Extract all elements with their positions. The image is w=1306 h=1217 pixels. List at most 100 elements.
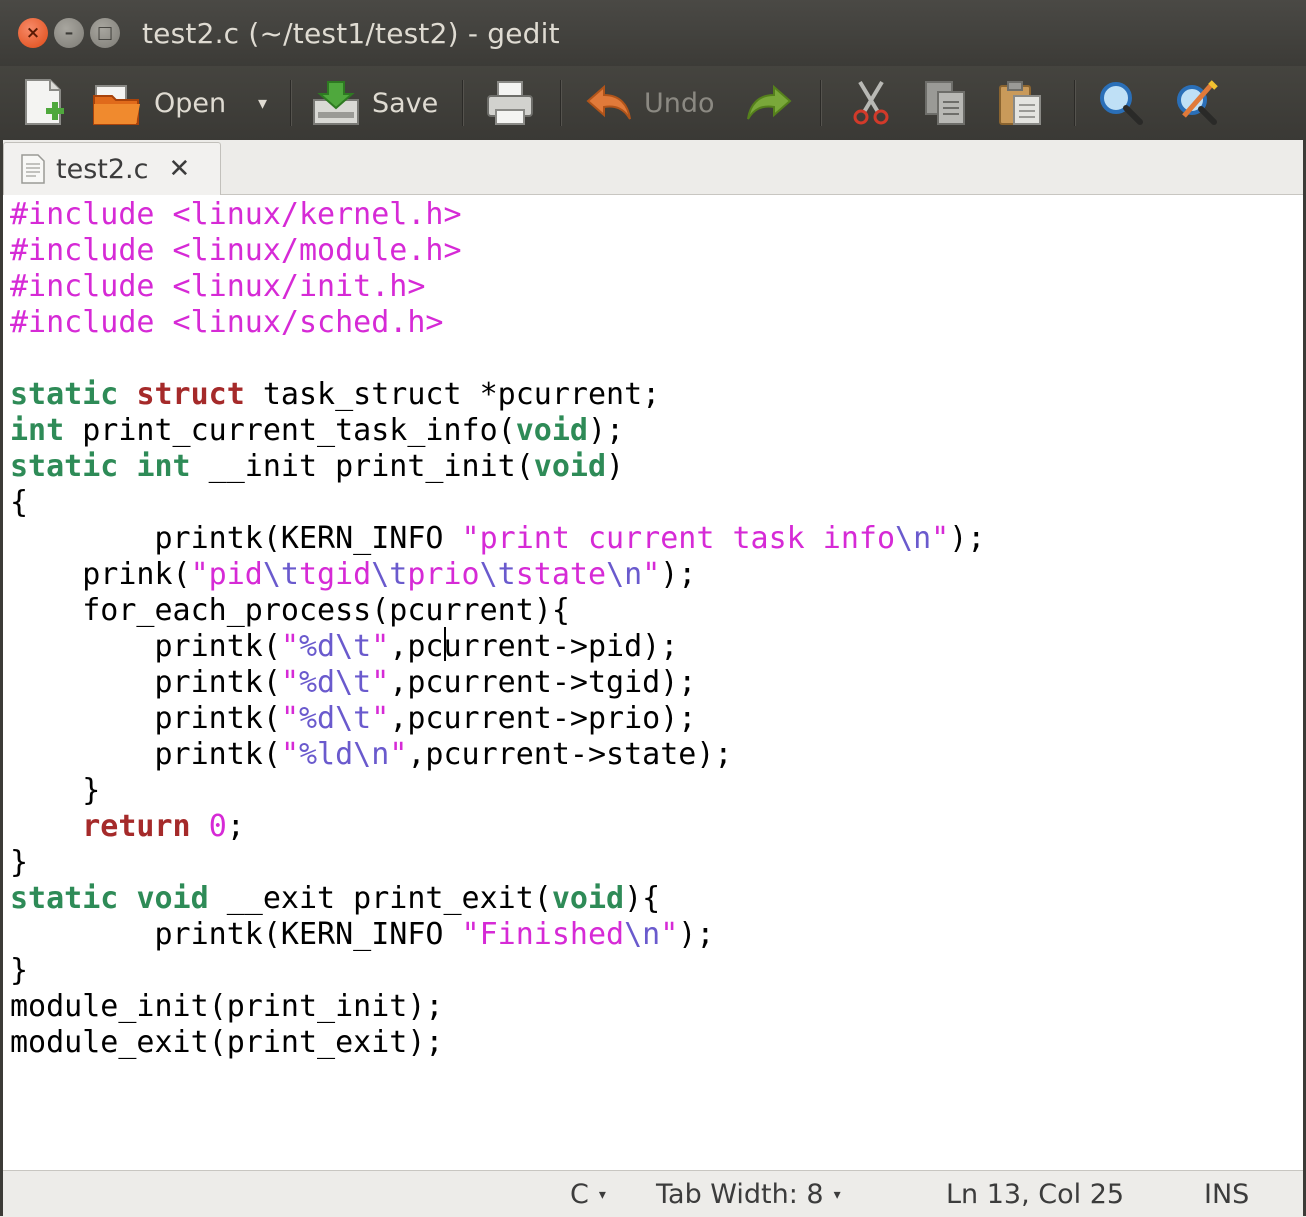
open-button-label: Open [154,87,227,119]
code-line[interactable]: } [10,845,985,881]
code-token-string: "Finished [461,917,625,952]
tab-width-selector[interactable]: Tab Width: 8 ▾ [656,1179,841,1210]
code-line[interactable]: { [10,485,985,521]
code-token-plain: } [10,953,29,988]
cut-button[interactable] [850,73,892,133]
code-token-plain: module_exit(print_exit); [10,1025,444,1060]
code-token-escape: \n [624,917,661,952]
chevron-down-icon: ▾ [833,1186,841,1203]
tab-title: test2.c [56,153,149,185]
code-token-plain: { [10,485,29,520]
code-line[interactable]: #include <linux/module.h> [10,233,985,269]
new-document-icon [25,79,64,125]
find-replace-icon [1177,80,1218,125]
close-window-button[interactable]: × [18,18,48,48]
code-token-keyword: int [136,449,191,484]
code-line[interactable]: module_exit(print_exit); [10,1025,985,1061]
code-token-keyword: static [10,449,119,484]
code-token-escape: \t [262,557,299,592]
code-token-number: 0 [208,809,227,844]
code-line[interactable]: printk("%d\t",pcurrent->prio); [10,701,985,737]
code-line[interactable]: module_init(print_init); [10,989,985,1025]
toolbar-separator [462,80,463,126]
find-replace-button[interactable] [1174,73,1220,133]
code-token-plain: printk( [10,665,281,700]
print-button[interactable] [486,73,534,133]
code-line[interactable]: printk("%d\t",pcurrent->pid); [10,629,985,665]
code-token-plain: for_each_process(pcurrent){ [10,593,570,628]
code-line[interactable]: #include <linux/kernel.h> [10,197,985,233]
code-token-plain: printk(KERN_INFO [10,521,462,556]
code-line[interactable]: } [10,773,985,809]
open-button[interactable]: Open [92,73,226,133]
paste-button[interactable] [998,73,1044,133]
save-button[interactable]: Save [312,73,438,133]
code-line[interactable]: printk("%d\t",pcurrent->tgid); [10,665,985,701]
toolbar-separator [820,80,821,126]
code-token-keyword: static [10,881,119,916]
text-editor[interactable]: #include <linux/kernel.h> #include <linux… [3,195,1303,1170]
new-document-button[interactable] [22,73,66,133]
code-token-plain: } [10,845,29,880]
code-token-plain: __init print_init( [190,449,534,484]
code-token-string: " [660,917,679,952]
window-controls: × – □ [18,18,120,48]
minimize-window-button[interactable]: – [54,18,84,48]
language-selector[interactable]: C ▾ [570,1179,606,1210]
code-token-string: " [371,701,390,736]
code-line[interactable]: for_each_process(pcurrent){ [10,593,985,629]
code-token-string: " [280,629,299,664]
maximize-window-button[interactable]: □ [90,18,120,48]
undo-button-label: Undo [644,87,715,119]
code-token-plain: ,pcurrent->pid); [389,629,679,664]
code-line[interactable] [10,341,985,377]
code-line[interactable]: printk("%ld\n",pcurrent->state); [10,737,985,773]
code-token-plain: ); [660,557,697,592]
code-token-preprocessor: #include <linux/init.h> [10,269,426,304]
code-line[interactable]: printk(KERN_INFO "Finished\n"); [10,917,985,953]
tab-test2-c[interactable]: test2.c ✕ [3,142,221,195]
code-line[interactable]: static void __exit print_exit(void){ [10,881,985,917]
code-token-string: " [371,665,390,700]
code-token-string: " [642,557,661,592]
code-token-escape: \n [606,557,643,592]
code-token-string: " [371,629,390,664]
code-line[interactable]: #include <linux/sched.h> [10,305,985,341]
code-line[interactable]: #include <linux/init.h> [10,269,985,305]
close-tab-icon[interactable]: ✕ [168,154,190,184]
code-line[interactable]: printk(KERN_INFO "print current task inf… [10,521,985,557]
code-token-plain: ) [606,449,625,484]
copy-button[interactable] [924,73,968,133]
text-cursor [444,627,446,661]
code-token-string: " [280,665,299,700]
code-token-string: prio [407,557,480,592]
code-token-plain: } [10,773,101,808]
window-border-left [0,140,3,1216]
code-token-preprocessor: #include <linux/kernel.h> [10,197,462,232]
code-line[interactable]: return 0; [10,809,985,845]
code-token-struct_kw: struct [136,377,245,412]
code-token-keyword: void [551,881,625,916]
insert-mode-indicator: INS [1204,1179,1250,1210]
redo-button[interactable] [746,73,792,133]
code-token-plain: printk( [10,629,281,664]
code-view[interactable]: #include <linux/kernel.h> #include <linux… [10,197,985,1061]
code-token-string: "print current task info [461,521,896,556]
code-token-plain: ,pcurrent->tgid); [389,665,697,700]
code-line[interactable]: static struct task_struct *pcurrent; [10,377,985,413]
find-button[interactable] [1098,73,1144,133]
undo-button[interactable]: Undo [586,73,715,133]
code-line[interactable]: prink("pid\ttgid\tprio\tstate\n"); [10,557,985,593]
title-bar: × – □ test2.c (~/test1/test2) - gedit [0,0,1306,66]
code-token-plain: prink( [10,557,191,592]
code-token-escape: \t [479,557,516,592]
code-token-plain: print_current_task_info( [64,413,516,448]
toolbar-separator [1074,80,1075,126]
code-line[interactable]: static int __init print_init(void) [10,449,985,485]
chevron-down-icon: ▾ [598,1186,606,1203]
code-line[interactable]: int print_current_task_info(void); [10,413,985,449]
open-recent-dropdown[interactable]: ▾ [258,73,267,133]
code-line[interactable]: } [10,953,985,989]
